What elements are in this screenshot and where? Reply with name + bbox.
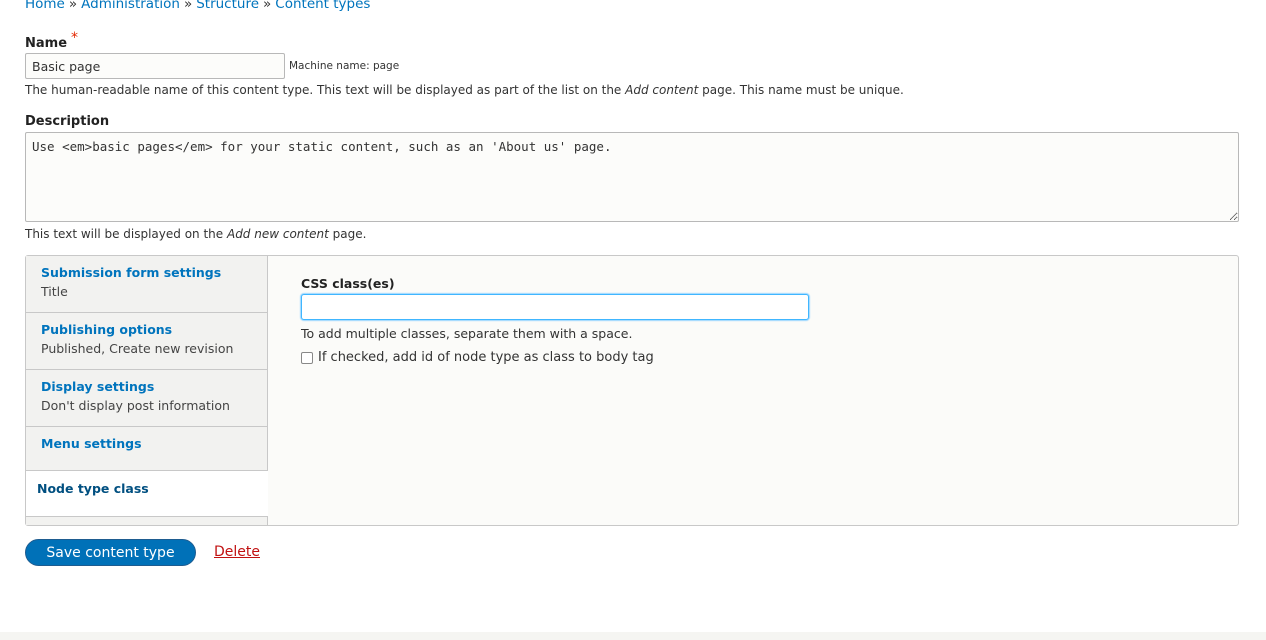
vtab-submission-form-settings[interactable]: Submission form settings Title: [26, 256, 267, 313]
description-help-em: Add new content: [226, 227, 329, 241]
body-class-checkbox-row[interactable]: If checked, add id of node type as class…: [301, 350, 901, 365]
breadcrumb-separator: »: [68, 0, 78, 12]
description-help-post: page.: [328, 227, 367, 241]
name-help-post: page. This name must be unique.: [698, 83, 904, 97]
breadcrumb-administration[interactable]: Administration: [81, 0, 180, 12]
vtab-title: Submission form settings: [41, 265, 222, 280]
css-classes-help: To add multiple classes, separate them w…: [301, 326, 633, 341]
name-label: Name *: [25, 30, 78, 51]
vtab-menu-settings[interactable]: Menu settings: [26, 427, 267, 471]
description-textarea[interactable]: Use <em>basic pages</em> for your static…: [25, 132, 1239, 222]
css-classes-label: CSS class(es): [301, 276, 395, 291]
css-classes-input[interactable]: [301, 294, 809, 320]
name-label-text: Name: [25, 36, 68, 51]
vtab-title: Publishing options: [41, 322, 173, 337]
vertical-tabs-menu: Submission form settings Title Publishin…: [26, 256, 268, 525]
breadcrumb-separator: »: [263, 0, 272, 12]
body-class-checkbox[interactable]: [301, 351, 313, 364]
breadcrumb-content-types[interactable]: Content types: [275, 0, 370, 12]
machine-name: Machine name: page: [289, 60, 400, 72]
breadcrumb-home[interactable]: Home: [25, 0, 65, 12]
vtab-node-type-class[interactable]: Node type class: [26, 471, 268, 517]
vtab-title: Menu settings: [41, 436, 142, 451]
name-input[interactable]: [25, 53, 285, 79]
vtab-summary: Don't display post information: [41, 398, 230, 413]
breadcrumb: Home» Administration» Structure» Content ty…: [25, 0, 370, 12]
vtab-summary: Published, Create new revision: [41, 341, 234, 356]
name-help-pre: The human-readable name of this content …: [25, 83, 626, 97]
required-marker: *: [71, 30, 79, 46]
description-help-pre: This text will be displayed on the: [25, 227, 227, 241]
vtab-display-settings[interactable]: Display settings Don't display post info…: [26, 370, 267, 427]
breadcrumb-separator: »: [183, 0, 193, 12]
vtab-publishing-options[interactable]: Publishing options Published, Create new…: [26, 313, 267, 370]
page-bottom-band: [0, 632, 1266, 640]
node-type-class-pane: CSS class(es) To add multiple classes, s…: [301, 276, 901, 365]
vtab-title: Display settings: [41, 379, 155, 394]
body-class-checkbox-label[interactable]: If checked, add id of node type as class…: [318, 350, 654, 365]
save-content-type-button[interactable]: Save content type: [25, 539, 196, 566]
name-help-text: The human-readable name of this content …: [25, 83, 904, 97]
delete-link[interactable]: Delete: [214, 544, 260, 560]
vtab-title: Node type class: [37, 481, 149, 496]
vertical-tabs: Submission form settings Title Publishin…: [25, 255, 1239, 526]
name-help-em: Add content: [625, 83, 699, 97]
description-help-text: This text will be displayed on the Add n…: [25, 227, 366, 241]
breadcrumb-structure[interactable]: Structure: [196, 0, 259, 12]
vtab-summary: Title: [41, 284, 68, 299]
description-label: Description: [25, 114, 110, 129]
